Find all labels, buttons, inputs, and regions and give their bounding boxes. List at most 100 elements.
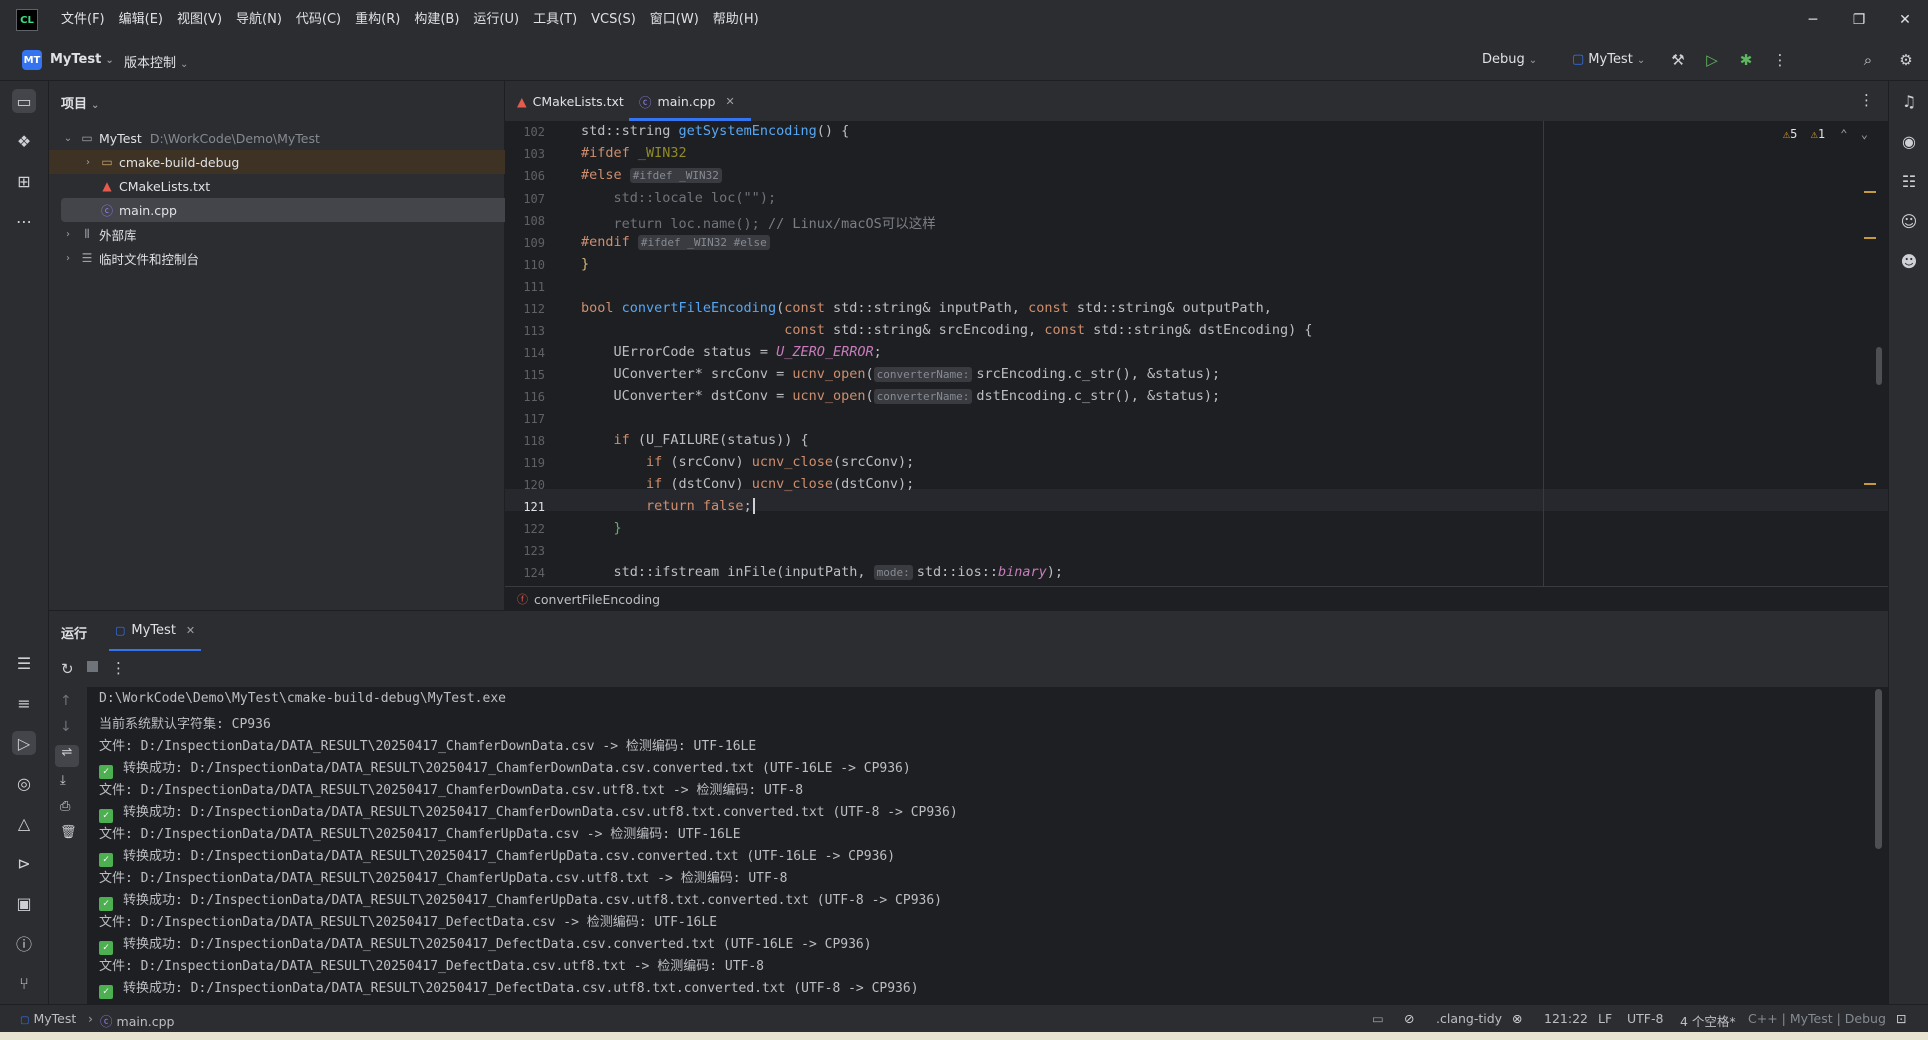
stop-icon[interactable] <box>87 661 98 672</box>
structure-icon[interactable]: ⊞ <box>12 169 36 193</box>
tree-item-label: MyTest <box>99 130 142 146</box>
plugins-icon[interactable]: ❖ <box>12 129 36 153</box>
rerun-icon[interactable]: ↻ <box>61 660 74 678</box>
run-icon[interactable]: ▷ <box>1702 50 1722 70</box>
more-actions-icon[interactable]: ⋮ <box>111 659 126 677</box>
code-editor[interactable]: 102 103 106 107 108 109 110 111 112 113 … <box>505 121 1888 586</box>
status-project[interactable]: ▢ MyTest <box>20 1011 76 1026</box>
line-number: 109 <box>523 236 545 250</box>
console-line-text: 当前系统默认字符集: CP936 <box>99 717 271 732</box>
warning-stripe[interactable] <box>1864 483 1876 485</box>
inspection-widget[interactable]: ⚠5 ⚠1 ⌃ ⌄ <box>1783 127 1868 141</box>
project-badge[interactable]: MT <box>22 50 42 70</box>
build-config-dropdown[interactable]: Debug ⌄ <box>1482 52 1537 67</box>
project-folder-icon[interactable]: ▭ <box>12 89 36 113</box>
project-widget[interactable]: MyTest ⌄ <box>50 52 114 67</box>
tree-item-label: 临时文件和控制台 <box>99 251 200 267</box>
console-scrollbar[interactable] <box>1875 689 1882 849</box>
menu-edit[interactable]: 编辑(E) <box>112 0 170 40</box>
close-tab-icon[interactable]: ✕ <box>186 624 195 637</box>
arrow-down-icon[interactable]: ↓ <box>60 719 72 735</box>
menu-window[interactable]: 窗口(W) <box>643 0 706 40</box>
copilot-chat-icon[interactable]: ☻ <box>1897 249 1921 273</box>
trash-icon[interactable]: 🗑 <box>60 825 77 840</box>
cpp-file-icon: ⓒ <box>639 94 652 110</box>
chevron-down-icon: ⌄ <box>63 132 73 144</box>
services-play-icon[interactable]: ⊳ <box>12 851 36 875</box>
tabs-more-icon[interactable]: ⋮ <box>1859 91 1874 109</box>
folder-icon[interactable]: ▭ <box>1372 1011 1384 1026</box>
tree-item-external-libraries[interactable]: › ⫴ 外部库 <box>49 222 516 246</box>
tree-item-root[interactable]: ⌄ ▭ MyTest D:\WorkCode\Demo\MyTest <box>49 126 516 150</box>
run-tab-mytest[interactable]: ▢ MyTest ✕ <box>109 611 202 651</box>
notifications-bell-icon[interactable]: ♫ <box>1897 89 1921 113</box>
menu-code[interactable]: 代码(C) <box>289 0 348 40</box>
tree-item-cmake-build-debug[interactable]: › ▭ cmake-build-debug <box>49 150 536 174</box>
chevron-down-icon[interactable]: ⌄ <box>1861 127 1868 141</box>
tree-item-scratches[interactable]: › ☰ 临时文件和控制台 <box>49 246 516 270</box>
tree-item-main-cpp[interactable]: ⓒ main.cpp <box>61 198 535 222</box>
tab-main-cpp[interactable]: ⓒ main.cpp ✕ <box>629 81 751 121</box>
problems-warning-icon[interactable]: △ <box>12 811 36 835</box>
close-window-icon[interactable]: ✕ <box>1882 0 1928 40</box>
module-icon: ▢ <box>20 1015 30 1026</box>
problems-icon[interactable]: ⓘ <box>12 931 36 955</box>
tab-cmakelists[interactable]: ▲ CMakeLists.txt <box>517 81 624 121</box>
run-console[interactable]: D:\WorkCode\Demo\MyTest\cmake-build-debu… <box>87 687 1888 1004</box>
menu-view[interactable]: 视图(V) <box>170 0 229 40</box>
menu-vcs[interactable]: VCS(S) <box>584 0 643 40</box>
menu-help[interactable]: 帮助(H) <box>706 0 766 40</box>
soft-wrap-icon[interactable]: ⇌ <box>55 745 79 767</box>
project-panel-title[interactable]: 项目 ⌄ <box>61 93 99 112</box>
ai-assistant-icon[interactable]: ◉ <box>1897 129 1921 153</box>
gear-icon[interactable]: ⚙ <box>1896 50 1916 70</box>
status-line-ending[interactable]: LF <box>1598 1011 1612 1026</box>
vcs-widget[interactable]: 版本控制 ⌄ <box>124 52 188 71</box>
menu-tools[interactable]: 工具(T) <box>526 0 584 40</box>
breadcrumb-function[interactable]: convertFileEncoding <box>534 592 660 607</box>
copilot-icon[interactable]: ☺ <box>1897 209 1921 233</box>
chevron-up-icon[interactable]: ⌃ <box>1840 127 1847 141</box>
scroll-to-end-icon[interactable]: ⤓ <box>60 773 66 788</box>
status-clang-tidy[interactable]: .clang-tidy <box>1436 1011 1502 1026</box>
terminal-icon[interactable]: ▣ <box>12 891 36 915</box>
editor-tab-bar: ▲ CMakeLists.txt ⓒ main.cpp ✕ ⋮ <box>505 81 1888 122</box>
status-caret-position[interactable]: 121:22 <box>1544 1011 1588 1026</box>
more-tools-icon[interactable]: ⋯ <box>12 209 36 233</box>
menu-run[interactable]: 运行(U) <box>466 0 526 40</box>
tree-item-cmakelists[interactable]: ▲ CMakeLists.txt <box>49 174 550 198</box>
debug-icon[interactable]: ✱ <box>1736 50 1756 70</box>
build-hammer-icon[interactable]: ⚒ <box>1668 50 1688 70</box>
status-context[interactable]: C++ | MyTest | Debug <box>1748 1011 1886 1026</box>
status-encoding[interactable]: UTF-8 <box>1627 1011 1663 1026</box>
project-name: MyTest <box>50 52 102 67</box>
todo-icon[interactable]: ≡ <box>12 691 36 715</box>
cmake-icon[interactable]: ◎ <box>12 771 36 795</box>
editor-scrollbar[interactable] <box>1876 347 1882 385</box>
git-branch-icon[interactable]: ⑂ <box>12 971 36 995</box>
minimize-icon[interactable]: ─ <box>1790 0 1836 40</box>
arrow-up-icon[interactable]: ↑ <box>60 693 72 709</box>
database-icon[interactable]: ☷ <box>1897 169 1921 193</box>
print-icon[interactable]: ⎙ <box>60 799 70 814</box>
menu-refactor[interactable]: 重构(R) <box>348 0 407 40</box>
restore-icon[interactable]: ❐ <box>1836 0 1882 40</box>
warning-stripe[interactable] <box>1864 191 1876 193</box>
menu-build[interactable]: 构建(B) <box>407 0 466 40</box>
more-actions-icon[interactable]: ⋮ <box>1770 50 1790 70</box>
success-check-icon: ✓ <box>99 985 113 999</box>
status-file[interactable]: ⓒ main.cpp <box>100 1011 174 1030</box>
close-tab-icon[interactable]: ✕ <box>725 95 734 108</box>
services-icon[interactable]: ☰ <box>12 651 36 675</box>
menu-navigate[interactable]: 导航(N) <box>229 0 289 40</box>
run-tool-icon[interactable]: ▷ <box>12 731 36 755</box>
line-number: 124 <box>523 566 545 580</box>
breadcrumb[interactable]: ⓕ convertFileEncoding <box>505 586 1888 611</box>
inspections-off-icon[interactable]: ⊗ <box>1512 1011 1522 1026</box>
lock-icon[interactable]: ⊡ <box>1896 1011 1906 1026</box>
run-config-dropdown[interactable]: ▢ MyTest ⌄ <box>1572 52 1645 67</box>
warning-stripe[interactable] <box>1864 237 1876 239</box>
search-icon[interactable]: ⌕ <box>1858 50 1878 70</box>
menu-file[interactable]: 文件(F) <box>54 0 112 40</box>
status-indent[interactable]: 4 个空格* <box>1680 1011 1736 1030</box>
